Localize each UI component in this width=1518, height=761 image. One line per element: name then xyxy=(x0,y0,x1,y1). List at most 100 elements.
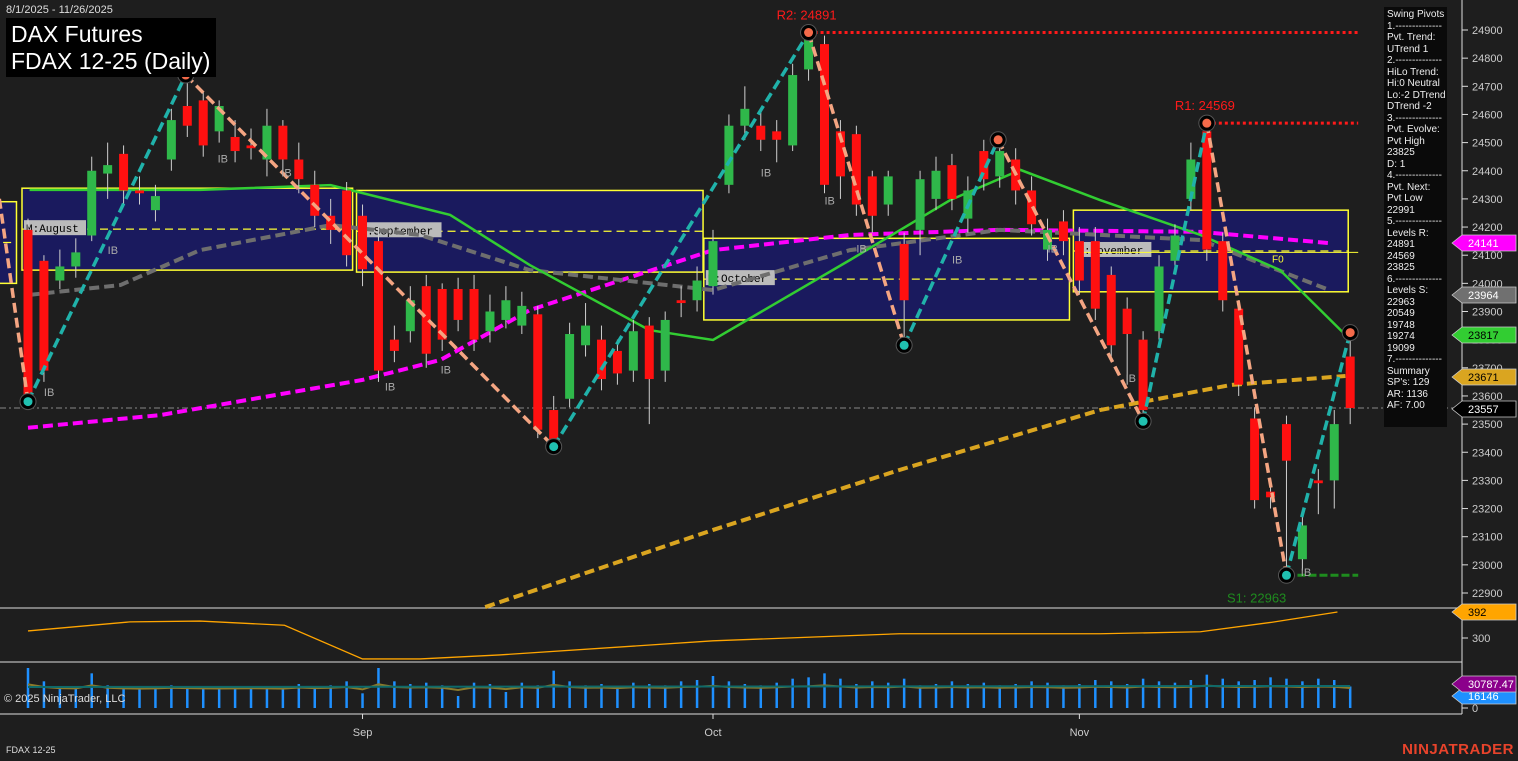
x-tick-label: Oct xyxy=(704,727,721,739)
f0-label: F0 xyxy=(1272,254,1284,265)
info-line: 22991 xyxy=(1387,204,1415,216)
candle-body xyxy=(1250,418,1260,501)
candle-body xyxy=(469,288,479,340)
ib-label: IB xyxy=(1301,567,1311,579)
candle xyxy=(772,120,782,163)
candle xyxy=(1138,331,1148,422)
candle xyxy=(1011,148,1021,205)
candle xyxy=(23,218,33,402)
ib-label: IB xyxy=(1126,373,1136,385)
candle-body xyxy=(931,170,941,199)
info-line: Summary xyxy=(1387,365,1430,377)
volume-total-flag: 30787.47 xyxy=(1451,675,1517,693)
candle xyxy=(278,120,288,171)
candle-body xyxy=(1218,241,1228,301)
candle-body xyxy=(899,243,909,301)
info-line: 24569 xyxy=(1387,250,1415,262)
date-range: 8/1/2025 - 11/26/2025 xyxy=(6,4,113,16)
candle-body xyxy=(549,410,559,441)
info-line: Pvt High xyxy=(1387,135,1425,147)
info-line: D: 1 xyxy=(1387,158,1406,170)
swing-pivot-dot xyxy=(549,442,559,452)
candle xyxy=(628,319,638,382)
candle xyxy=(676,286,686,318)
candle-body xyxy=(87,170,97,236)
y-tick-label: 23100 xyxy=(1472,532,1503,544)
ib-label: IB xyxy=(385,381,395,393)
price-flag-last-text: 23557 xyxy=(1468,404,1499,416)
candle-body xyxy=(501,300,511,320)
candle-body xyxy=(1202,131,1212,250)
candle-body xyxy=(103,165,113,174)
candle-body xyxy=(39,260,49,371)
price-flag-gold: 23671 xyxy=(1451,368,1517,386)
candle-body xyxy=(628,331,638,371)
level-label: S1: 22963 xyxy=(1227,590,1286,605)
candle-body xyxy=(1090,241,1100,309)
swing-pivot-dot xyxy=(23,397,33,407)
swing-pivot-dot xyxy=(1281,570,1291,580)
info-line: 20549 xyxy=(1387,308,1415,319)
info-line: Pvt Low xyxy=(1387,193,1423,204)
swing-pivot-dot xyxy=(1138,416,1148,426)
candle-body xyxy=(71,252,81,267)
candle xyxy=(1281,415,1291,576)
price-flag-green-text: 23817 xyxy=(1468,330,1499,342)
x-tick-label: Sep xyxy=(353,727,373,739)
ninjatrader-logo: NINJATRADER xyxy=(1402,741,1514,758)
x-tick-label: Nov xyxy=(1070,727,1090,739)
price-flag-gold-text: 23671 xyxy=(1468,372,1499,384)
candle xyxy=(230,120,240,163)
candle xyxy=(565,322,575,408)
info-line: Pvt. Next: xyxy=(1387,181,1431,193)
info-line: Pvt. Evolve: xyxy=(1387,124,1440,135)
ib-label: IB xyxy=(281,167,291,179)
level-label: R2: 24891 xyxy=(777,8,837,23)
candle-body xyxy=(740,108,750,126)
info-line: Levels S: xyxy=(1387,285,1429,296)
candle-body xyxy=(581,325,591,346)
candle-body xyxy=(453,288,463,320)
candle xyxy=(453,277,463,332)
candle xyxy=(1027,176,1037,236)
info-line: UTrend 1 xyxy=(1387,43,1429,55)
info-line: 19274 xyxy=(1387,331,1415,342)
ib-label: IB xyxy=(825,196,835,208)
candle-body xyxy=(724,125,734,185)
y-tick-label: 22900 xyxy=(1472,588,1503,600)
candle xyxy=(835,120,845,199)
price-chart[interactable]: 2290023000231002320023300234002350023600… xyxy=(0,0,1518,761)
candle-body xyxy=(1106,274,1116,346)
candle-body xyxy=(1329,424,1339,481)
candle xyxy=(851,125,861,216)
candle-body xyxy=(198,100,208,146)
info-line: Hi:0 Neutral xyxy=(1387,78,1440,89)
candle xyxy=(1106,266,1116,357)
info-line: Levels R: xyxy=(1387,227,1429,239)
candle-body xyxy=(278,125,288,160)
candle-body xyxy=(612,350,622,374)
candle-body xyxy=(342,190,352,256)
candle-body xyxy=(995,151,1005,177)
candle-body xyxy=(660,319,670,371)
candle-body xyxy=(915,179,925,230)
y-tick-label: 24600 xyxy=(1472,109,1503,121)
y-tick-label: 23400 xyxy=(1472,447,1503,459)
candle-body xyxy=(565,334,575,399)
candle-body xyxy=(1313,480,1323,484)
info-line: 5.-------------- xyxy=(1387,216,1442,227)
indicator-tick: 300 xyxy=(1472,633,1490,645)
candle xyxy=(596,325,606,391)
candle-body xyxy=(182,106,192,126)
candle xyxy=(788,63,798,152)
swing-pivot-dot xyxy=(804,28,814,38)
info-line: AF: 7.00 xyxy=(1387,400,1425,411)
instrument-label: FDAX 12-25 xyxy=(6,745,56,755)
info-line: 2.-------------- xyxy=(1387,55,1442,66)
candle xyxy=(756,108,766,152)
price-flag-magenta: 24141 xyxy=(1451,234,1517,252)
candle xyxy=(1234,300,1244,396)
info-line: Swing Pivots xyxy=(1387,9,1445,20)
swing-line xyxy=(1284,332,1352,576)
candle xyxy=(198,91,208,157)
